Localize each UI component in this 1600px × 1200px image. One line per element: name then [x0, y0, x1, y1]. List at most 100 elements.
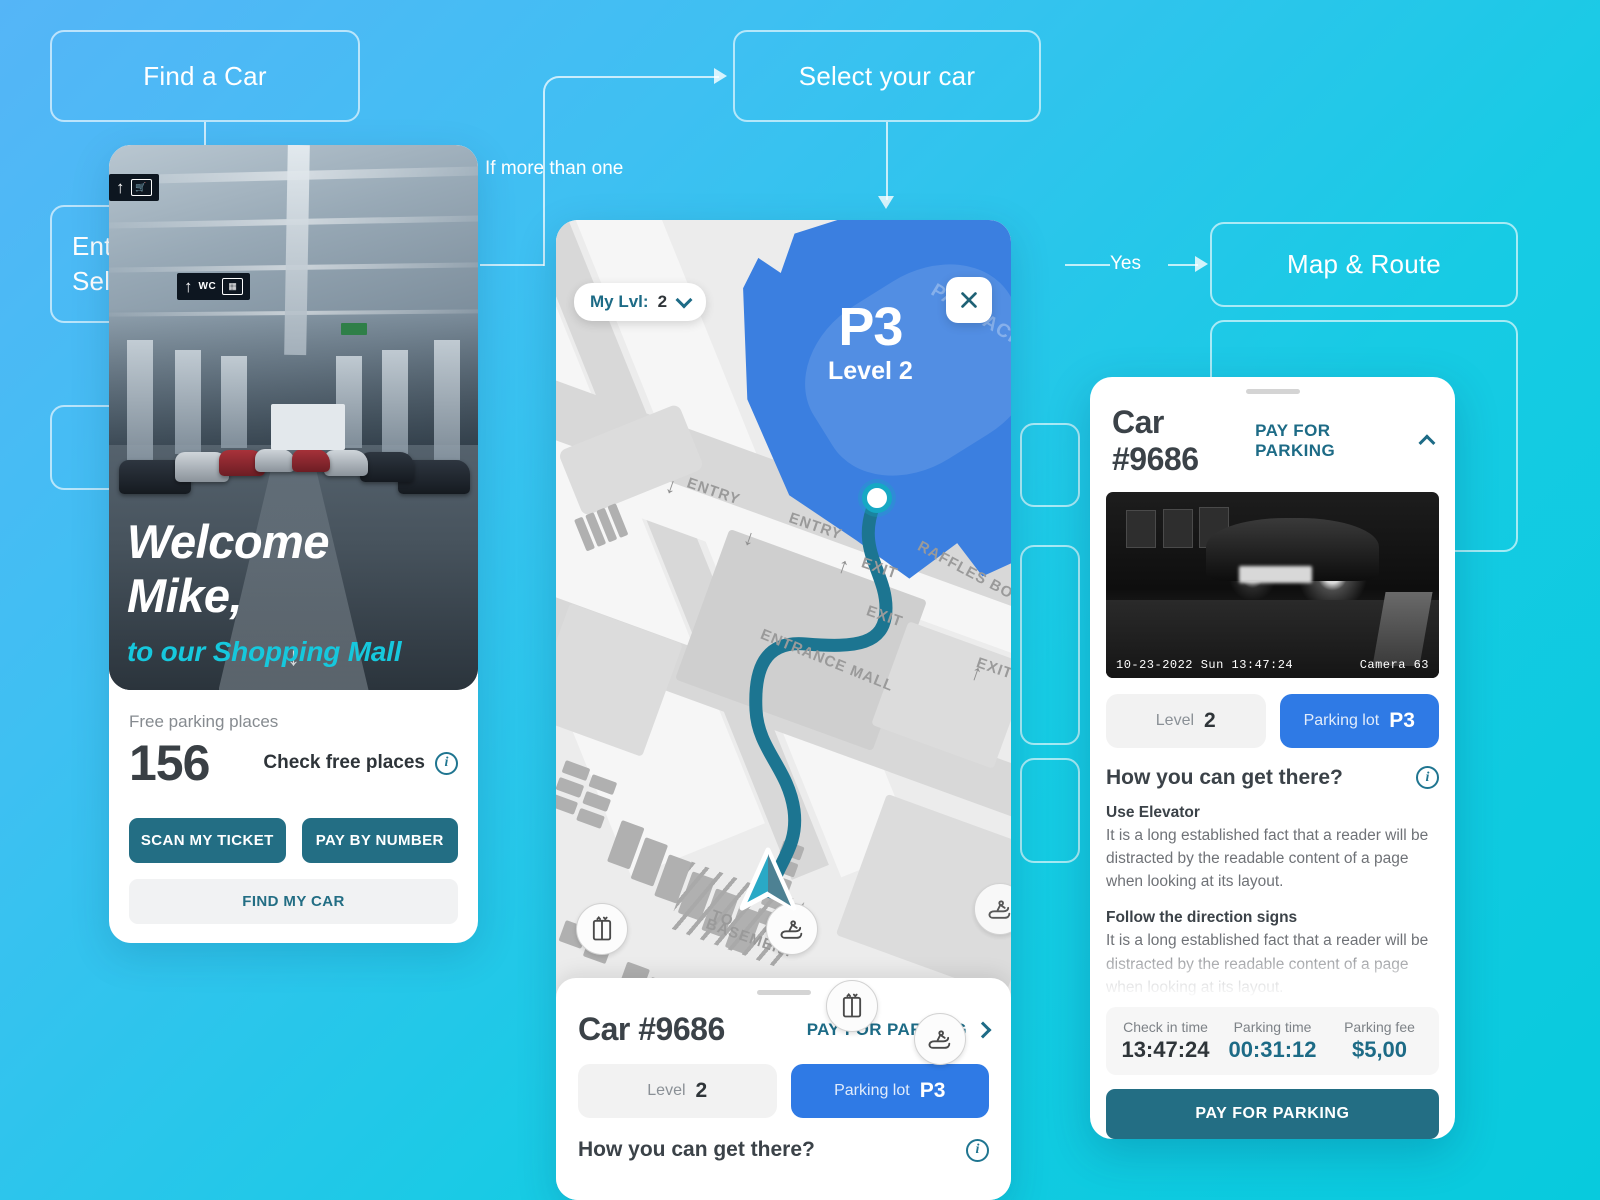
flow-box-empty-mid-3[interactable]: [1020, 758, 1080, 863]
how-get-there-row: How you can get there? i: [556, 1118, 1011, 1162]
connector-elbow-tail: [480, 264, 544, 266]
cctv-overlay-bar: 10-23-2022 Sun 13:47:24 Camera 63: [1106, 652, 1439, 678]
overhead-sign-wc: ↑ WC ▦: [177, 273, 251, 300]
close-icon: [961, 292, 977, 308]
detail-level-pill[interactable]: Level 2: [1106, 693, 1266, 748]
stat-check-in-key: Check in time: [1123, 1019, 1208, 1035]
detail-level-value: 2: [1204, 708, 1216, 732]
parking-lot-pill[interactable]: Parking lot P3: [790, 1064, 989, 1118]
pay-for-parking-button[interactable]: PAY FOR PARKING: [1106, 1089, 1439, 1139]
wc-label: WC: [198, 281, 217, 292]
info-icon[interactable]: i: [435, 751, 458, 775]
stat-parking-fee-value: $5,00: [1351, 1037, 1408, 1062]
cctv-camera-label: Camera 63: [1359, 657, 1429, 672]
flow-box-empty-mid-1[interactable]: [1020, 423, 1080, 507]
connector-label-yes: Yes: [1110, 253, 1141, 274]
arrow-up-icon-2: ↑: [184, 277, 193, 296]
welcome-subtitle: to our Shopping Mall: [127, 636, 402, 667]
step-2-text: It is a long established fact that a rea…: [1106, 932, 1429, 996]
hero-text-block: Welcome Mike, to our Shopping Mall: [109, 515, 478, 668]
car-id-label: Car #9686: [578, 1011, 725, 1047]
close-map-button[interactable]: [946, 277, 992, 323]
zone-label-block: P3 Level 2: [828, 297, 913, 386]
detail-lot-value: P3: [1389, 708, 1415, 732]
find-my-car-button[interactable]: FIND MY CAR: [129, 879, 458, 924]
level-selector-chip[interactable]: My Lvl: 2: [574, 283, 707, 321]
chevron-up-icon: [1418, 434, 1436, 452]
elevator-icon-2: [842, 993, 862, 1018]
level-chip-value: 2: [657, 292, 668, 311]
arrowhead-select-down: [878, 196, 894, 209]
arrowhead-to-select: [714, 68, 727, 84]
arrowhead-to-map-route: [1195, 256, 1208, 272]
step-1-title: Use Elevator: [1106, 803, 1200, 821]
step-2-title: Follow the direction signs: [1106, 909, 1298, 927]
scan-my-ticket-button[interactable]: SCAN MY TICKET: [129, 818, 286, 863]
elevator-icon: [592, 916, 612, 941]
flow-box-label: Map & Route: [1287, 249, 1441, 279]
stat-parking-time-key: Parking time: [1233, 1019, 1312, 1035]
stat-parking-time: Parking time 00:31:12: [1219, 1019, 1326, 1063]
how-get-there-title: How you can get there?: [578, 1138, 815, 1161]
flow-box-map-route[interactable]: Map & Route: [1210, 222, 1518, 307]
detail-how-row: How you can get there? i: [1090, 748, 1455, 790]
stat-parking-time-value: 00:31:12: [1228, 1037, 1317, 1062]
free-places-label: Free parking places: [129, 712, 279, 731]
welcome-line-1: Welcome: [127, 514, 330, 568]
navigation-cursor-icon: [739, 847, 797, 911]
detail-pay-link[interactable]: PAY FOR PARKING: [1255, 421, 1436, 461]
map-phone-screen: ENTRY ENTRY EXIT EXIT EXIT RAFFLES BOULE…: [556, 220, 1011, 1200]
cctv-timestamp: 10-23-2022 Sun 13:47:24: [1116, 657, 1294, 672]
step-1-text: It is a long established fact that a rea…: [1106, 826, 1429, 891]
level-pill[interactable]: Level 2: [578, 1064, 777, 1118]
welcome-line-2: Mike,: [127, 569, 243, 623]
stat-check-in-value: 13:47:24: [1121, 1037, 1210, 1062]
detail-how-title: How you can get there?: [1106, 765, 1343, 789]
detail-phone-screen: Car #9686 PAY FOR PARKING 10-23-2022 Sun…: [1090, 377, 1455, 1139]
hero-parking-photo: ↑ 🛒 ↑ WC ▦ ↓ Welcome Mike, to our Shoppi…: [109, 145, 478, 690]
parking-stats: Check in time 13:47:24 Parking time 00:3…: [1106, 1007, 1439, 1075]
check-free-places-link[interactable]: Check free places i: [263, 751, 458, 775]
free-places-count: 156: [129, 735, 210, 791]
zone-level: Level 2: [828, 357, 913, 386]
poi-elevator-2[interactable]: [826, 980, 878, 1032]
welcome-card-body: Free parking places 156 Check free place…: [109, 690, 478, 943]
level-pill-value: 2: [695, 1079, 708, 1102]
escalator-icon-3: [988, 900, 1011, 919]
stairs-icon: ▦: [222, 278, 244, 295]
poi-escalator-2[interactable]: [914, 1013, 966, 1065]
stat-check-in-time: Check in time 13:47:24: [1112, 1019, 1219, 1063]
cctv-snapshot[interactable]: 10-23-2022 Sun 13:47:24 Camera 63: [1106, 491, 1439, 678]
detail-car-id: Car #9686: [1112, 403, 1199, 477]
detail-steps: Use Elevator It is a long established fa…: [1090, 790, 1455, 1000]
pay-by-number-button[interactable]: PAY BY NUMBER: [301, 818, 458, 863]
detail-lot-pill[interactable]: Parking lot P3: [1279, 693, 1439, 748]
flow-box-select-your-car[interactable]: Select your car: [733, 30, 1041, 122]
level-chip-prefix: My Lvl:: [590, 292, 649, 311]
map-bottom-sheet: Car #9686 PAY FOR PARKING Level 2 Parkin…: [556, 978, 1011, 1200]
zone-code: P3: [838, 297, 903, 357]
stat-parking-fee-key: Parking fee: [1344, 1019, 1415, 1035]
exit-sign-icon: [341, 323, 367, 335]
connector-yes-left: [1065, 264, 1110, 266]
info-icon-map[interactable]: i: [966, 1138, 989, 1162]
detail-header: Car #9686 PAY FOR PARKING: [1090, 394, 1455, 478]
detail-level-label: Level: [1155, 711, 1195, 729]
stat-parking-fee: Parking fee $5,00: [1326, 1019, 1433, 1063]
info-icon-detail[interactable]: i: [1416, 766, 1439, 789]
connector-label-more-than-one: If more than one: [485, 158, 624, 179]
poi-elevator-1[interactable]: [576, 903, 628, 955]
escalator-icon: [780, 920, 803, 939]
flow-box-label: Select your car: [798, 60, 976, 91]
flow-box-find-a-car[interactable]: Find a Car: [50, 30, 360, 122]
route-origin-pin: [858, 479, 896, 517]
flow-box-empty-mid-2[interactable]: [1020, 545, 1080, 745]
chevron-right-icon: [974, 1021, 992, 1038]
overhead-sign-baggage: ↑ 🛒: [109, 174, 159, 201]
baggage-cart-icon: 🛒: [130, 179, 152, 196]
connector-yes-right: [1168, 264, 1198, 266]
detail-lot-label: Parking lot: [1303, 711, 1380, 729]
lot-pill-value: P3: [919, 1079, 946, 1102]
connector-select-down: [886, 122, 888, 200]
escalator-icon-2: [928, 1030, 951, 1049]
